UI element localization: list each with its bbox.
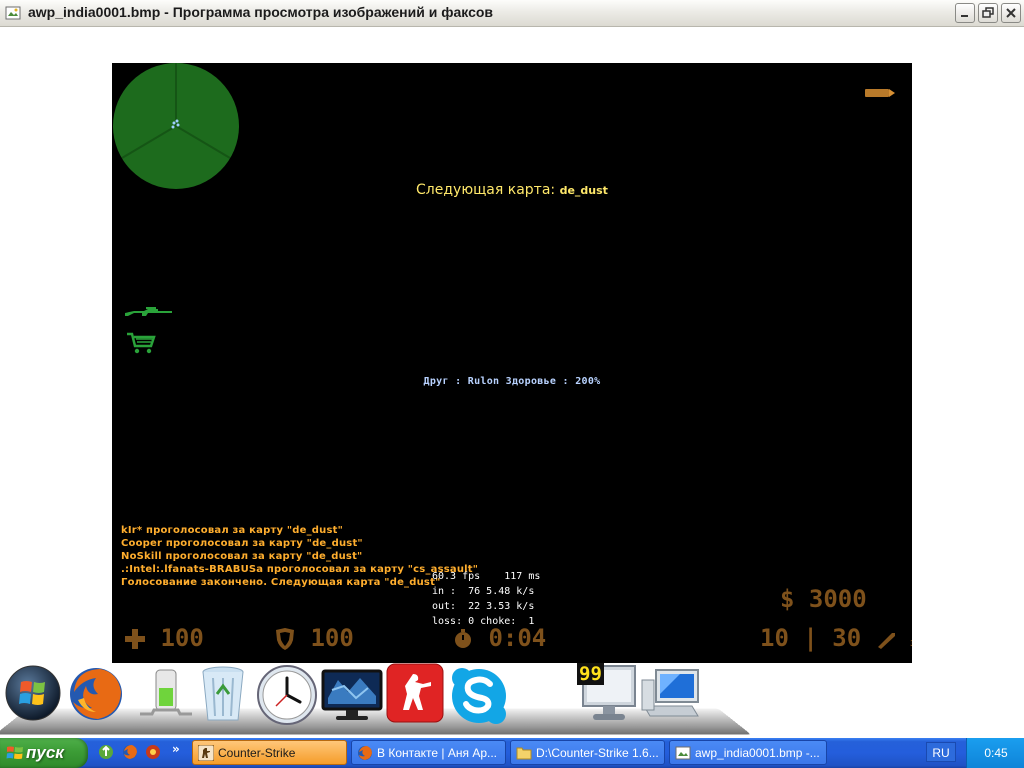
title-bar[interactable]: awp_india0001.bmp - Программа просмотра … [0,0,1024,27]
ammo-bullet-icon [865,89,895,97]
language-indicator[interactable]: RU [926,742,956,762]
stopwatch-icon [455,629,471,648]
dock-item-firefox[interactable] [66,664,126,728]
next-map-value: de_dust [559,184,608,197]
hud-ammo: 10 | 30 338 [760,624,912,652]
image-viewer-task-icon [675,746,691,760]
armor-shield-icon [276,628,294,650]
dollar-icon: $ [780,585,795,613]
recycle-bin-icon [202,666,244,721]
health-value: 100 [160,624,204,652]
chat-line: Голосование закончено. Следующая карта "… [121,577,441,588]
armor-value: 100 [310,624,354,652]
netgraph-out: out: 22 3.53 k/s [432,601,535,612]
ammo-clip-value: 10 [760,624,789,652]
start-button[interactable]: пуск [0,738,88,768]
dock-badge-counter: 99 [577,663,604,685]
chat-line: .:Intel:.lfanats-BRABUSa проголосовал за… [121,564,479,575]
awp-rifle-icon [125,307,172,316]
netgraph-fps: 60.3 fps [432,571,481,582]
quicklaunch-firefox-icon[interactable] [122,744,138,760]
skype-icon [452,668,506,724]
window-title: awp_india0001.bmp - Программа просмотра … [28,4,494,20]
tray-clock[interactable]: 0:45 [967,746,1024,760]
monitor-map-icon [321,669,383,720]
task-label: awp_india0001.bmp -... [695,746,820,760]
timer-value: 0:04 [488,624,547,652]
hud-round-timer: 0:04 [452,624,546,652]
image-viewer-icon [5,6,21,20]
task-label: D:\Counter-Strike 1.6... [536,746,659,760]
counter-strike-icon [386,663,444,723]
dock-item-counter-strike[interactable] [385,662,445,728]
task-counter-strike[interactable]: Counter-Strike [192,740,347,765]
next-map-label: Следующая карта: [416,182,560,198]
chat-line: kIr* проголосовал за карту "de_dust" [121,525,344,536]
chat-line: Cooper проголосовал за карту "de_dust" [121,538,363,549]
dock-item-start[interactable] [4,664,62,726]
task-explorer-folder[interactable]: D:\Counter-Strike 1.6... [510,740,665,765]
taskbar: пуск » Counter-Strike В Контакте | Аня А… [0,738,1024,768]
netgraph-ping: 117 ms [504,571,541,582]
task-label: В Контакте | Аня Ар... [377,746,498,760]
next-map-message: Следующая карта: de_dust [112,182,912,198]
health-cross-icon [125,629,145,649]
dock-item-monitor-map[interactable] [320,668,384,728]
restore-button[interactable] [978,3,998,23]
ammo-rounds-icon [877,633,895,649]
network-meter-icon [140,669,192,716]
desktop-dock: 99 [0,660,752,740]
netgraph-in: in : 76 5.48 k/s [432,586,535,597]
game-screenshot: Следующая карта: de_dust Друг : Rulon Зд… [112,63,912,663]
quicklaunch-more-icon[interactable]: » [172,742,180,756]
windows-flag-icon [6,746,23,759]
chat-line: NoSkill проголосовал за карту "de_dust" [121,551,363,562]
friend-status: Друг : Rulon Здоровье : 200% [423,376,601,387]
task-label: Counter-Strike [218,746,296,760]
dock-item-skype[interactable] [448,666,510,730]
ammo-reserve-value: 30 [832,624,862,652]
windows-start-icon [5,665,61,721]
dock-item-clock[interactable] [256,664,318,730]
computer-icon [641,669,699,717]
ammo-small-value: 338 [910,639,912,648]
money-value: 3000 [808,585,867,613]
radar [113,63,239,189]
chat-log: kIr* проголосовал за карту "de_dust" Coo… [121,524,478,589]
close-button[interactable] [1001,3,1021,23]
clock-icon [257,665,317,725]
ammo-divider: | [803,624,818,652]
quicklaunch-media-icon[interactable] [145,744,161,760]
restore-icon [982,7,994,18]
task-vkontakte[interactable]: В Контакте | Аня Ар... [351,740,506,765]
system-tray: 0:45 [966,738,1024,768]
firefox-task-icon [358,746,372,760]
start-label: пуск [26,743,64,762]
close-icon [1006,8,1016,18]
minimize-button[interactable] [955,3,975,23]
task-image-viewer[interactable]: awp_india0001.bmp -... [669,740,827,765]
dock-item-recycle-bin[interactable] [198,664,248,728]
dock-item-network-meter[interactable] [138,662,194,726]
net-graph: 60.3 fps 117 ms in : 76 5.48 k/s out: 22… [432,569,540,629]
folder-icon [516,747,532,760]
hud-armor: 100 [274,624,354,652]
hud-money: $ 3000 [780,585,867,613]
counter-strike-task-icon [198,745,214,761]
buy-zone-cart-icon [127,332,156,354]
dock-item-computer[interactable] [640,666,702,728]
hud-health: 100 [124,624,204,652]
quicklaunch-utorrent-icon[interactable] [98,744,114,760]
firefox-icon [70,668,122,720]
minimize-icon [961,15,968,17]
